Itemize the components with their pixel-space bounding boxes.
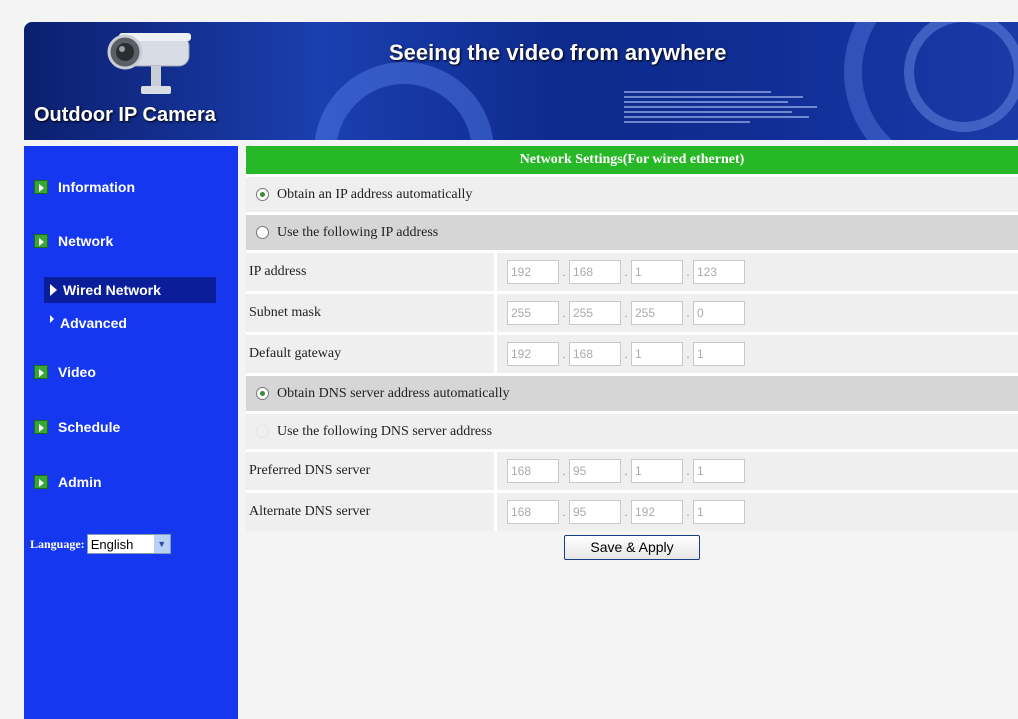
form-actions: Save & Apply: [246, 531, 1018, 560]
preferred-dns-label: Preferred DNS server: [246, 452, 494, 490]
sidebar: Information Network Wired Network Advanc…: [24, 146, 238, 719]
bullet-icon: [34, 365, 48, 379]
network-settings-panel: Network Settings(For wired ethernet) Obt…: [246, 146, 1018, 560]
header-banner: Outdoor IP Camera Seeing the video from …: [24, 22, 1018, 140]
ip-address-label: IP address: [246, 253, 494, 291]
preferred-dns-octet-4[interactable]: 1: [693, 459, 745, 483]
header-tagline: Seeing the video from anywhere: [389, 40, 727, 65]
use-following-dns-label: Use the following DNS server address: [277, 423, 493, 439]
obtain-ip-auto-label: Obtain an IP address automatically: [277, 186, 473, 202]
language-selector: Language: English ▼: [30, 534, 171, 554]
use-following-ip-row: Use the following IP address: [246, 212, 1018, 250]
ip-address-row: IP address 192. 168. 1. 123: [246, 250, 1018, 291]
use-following-dns-row: Use the following DNS server address: [246, 411, 1018, 449]
page-title: Network Settings(For wired ethernet): [246, 146, 1018, 174]
obtain-dns-auto-radio[interactable]: [256, 387, 269, 400]
ip-address-octet-2[interactable]: 168: [569, 260, 621, 284]
sidebar-item-video[interactable]: Video: [34, 364, 96, 380]
subnet-octet-4[interactable]: 0: [693, 301, 745, 325]
subnet-octet-3[interactable]: 255: [631, 301, 683, 325]
gateway-octet-1[interactable]: 192: [507, 342, 559, 366]
language-select[interactable]: English ▼: [86, 534, 171, 554]
sidebar-subitem-advanced[interactable]: Advanced: [44, 310, 238, 336]
alternate-dns-octet-1[interactable]: 168: [507, 500, 559, 524]
bullet-icon: [34, 234, 48, 248]
preferred-dns-octet-3[interactable]: 1: [631, 459, 683, 483]
gateway-octet-2[interactable]: 168: [569, 342, 621, 366]
sidebar-subitem-label: Advanced: [60, 315, 127, 331]
default-gateway-fields: 192. 168. 1. 1: [494, 335, 1018, 373]
alternate-dns-octet-3[interactable]: 192: [631, 500, 683, 524]
preferred-dns-row: Preferred DNS server 168. 95. 1. 1: [246, 449, 1018, 490]
subnet-mask-fields: 255. 255. 255. 0: [494, 294, 1018, 332]
sidebar-item-label: Video: [58, 364, 96, 380]
obtain-ip-auto-row: Obtain an IP address automatically: [246, 174, 1018, 212]
sidebar-item-label: Schedule: [58, 419, 121, 435]
ip-address-fields: 192. 168. 1. 123: [494, 253, 1018, 291]
obtain-dns-auto-row: Obtain DNS server address automatically: [246, 373, 1018, 411]
use-following-dns-radio[interactable]: [256, 425, 269, 438]
sidebar-item-admin[interactable]: Admin: [34, 474, 102, 490]
banner-decoration: [624, 88, 834, 140]
alternate-dns-label: Alternate DNS server: [246, 493, 494, 531]
sidebar-item-network[interactable]: Network: [34, 233, 113, 249]
use-following-ip-label: Use the following IP address: [277, 224, 439, 240]
gateway-octet-4[interactable]: 1: [693, 342, 745, 366]
ip-address-octet-3[interactable]: 1: [631, 260, 683, 284]
camera-icon: [107, 33, 191, 94]
gateway-octet-3[interactable]: 1: [631, 342, 683, 366]
ip-address-octet-1[interactable]: 192: [507, 260, 559, 284]
preferred-dns-octet-1[interactable]: 168: [507, 459, 559, 483]
save-apply-button[interactable]: Save & Apply: [564, 535, 700, 560]
bullet-icon: [34, 475, 48, 489]
sidebar-subitem-label: Wired Network: [63, 282, 161, 298]
bullet-icon: [34, 180, 48, 194]
arrow-right-icon: [50, 284, 57, 296]
preferred-dns-octet-2[interactable]: 95: [569, 459, 621, 483]
sidebar-item-label: Information: [58, 179, 135, 195]
bullet-icon: [34, 420, 48, 434]
obtain-dns-auto-label: Obtain DNS server address automatically: [277, 385, 510, 401]
arrow-right-icon: [50, 315, 54, 323]
subnet-mask-row: Subnet mask 255. 255. 255. 0: [246, 291, 1018, 332]
sidebar-item-label: Network: [58, 233, 114, 249]
subnet-octet-1[interactable]: 255: [507, 301, 559, 325]
sidebar-item-information[interactable]: Information: [34, 179, 135, 195]
sidebar-item-schedule[interactable]: Schedule: [34, 419, 120, 435]
brand-title: Outdoor IP Camera: [34, 104, 216, 126]
sidebar-subitem-wired-network[interactable]: Wired Network: [44, 277, 216, 303]
default-gateway-row: Default gateway 192. 168. 1. 1: [246, 332, 1018, 373]
chevron-down-icon[interactable]: ▼: [153, 535, 170, 553]
preferred-dns-fields: 168. 95. 1. 1: [494, 452, 1018, 490]
default-gateway-label: Default gateway: [246, 335, 494, 373]
subnet-octet-2[interactable]: 255: [569, 301, 621, 325]
language-label: Language:: [30, 536, 85, 551]
alternate-dns-row: Alternate DNS server 168. 95. 192. 1: [246, 490, 1018, 531]
use-following-ip-radio[interactable]: [256, 226, 269, 239]
alternate-dns-octet-4[interactable]: 1: [693, 500, 745, 524]
alternate-dns-octet-2[interactable]: 95: [569, 500, 621, 524]
sidebar-item-label: Admin: [58, 474, 102, 490]
obtain-ip-auto-radio[interactable]: [256, 188, 269, 201]
ip-address-octet-4[interactable]: 123: [693, 260, 745, 284]
alternate-dns-fields: 168. 95. 192. 1: [494, 493, 1018, 531]
subnet-mask-label: Subnet mask: [246, 294, 494, 332]
language-value: English: [90, 536, 134, 552]
